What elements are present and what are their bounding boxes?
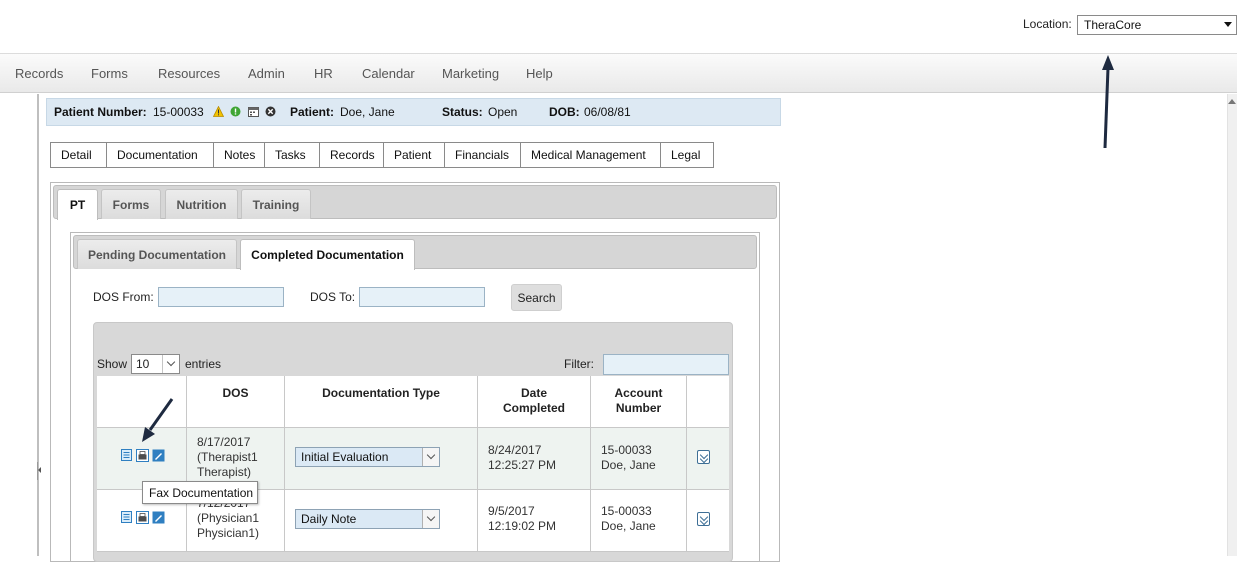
menu-admin[interactable]: Admin bbox=[248, 66, 285, 81]
tab-training[interactable]: Training bbox=[241, 189, 311, 219]
fax-tooltip: Fax Documentation bbox=[142, 481, 258, 504]
filter-label: Filter: bbox=[564, 357, 594, 371]
fax-icon[interactable] bbox=[136, 449, 149, 462]
menu-marketing[interactable]: Marketing bbox=[442, 66, 499, 81]
left-panel-divider bbox=[37, 94, 39, 556]
patient-name-label: Patient: bbox=[290, 105, 335, 119]
view-document-icon[interactable] bbox=[121, 449, 132, 461]
info-circle-icon[interactable] bbox=[230, 106, 241, 117]
entries-value: 10 bbox=[136, 357, 150, 371]
calendar-icon[interactable] bbox=[248, 106, 259, 117]
patient-number-label: Patient Number: bbox=[54, 105, 147, 119]
actions-column-header bbox=[97, 376, 187, 428]
doc-type-cell: Initial Evaluation bbox=[285, 428, 478, 490]
chevron-down-icon bbox=[422, 448, 439, 466]
dos-column-header[interactable]: DOS bbox=[187, 376, 285, 428]
warning-icon[interactable] bbox=[213, 106, 224, 117]
tab-forms[interactable]: Forms bbox=[101, 189, 161, 219]
tab-patient[interactable]: Patient bbox=[384, 143, 445, 167]
date-completed-cell: 8/24/2017 12:25:27 PM bbox=[478, 428, 591, 490]
account-cell: 15-00033 Doe, Jane bbox=[591, 428, 687, 490]
menu-hr[interactable]: HR bbox=[314, 66, 333, 81]
location-value: TheraCore bbox=[1084, 18, 1142, 32]
menu-resources[interactable]: Resources bbox=[158, 66, 220, 81]
expand-row-icon[interactable] bbox=[697, 450, 710, 464]
show-label: Show bbox=[97, 357, 128, 371]
tab-detail[interactable]: Detail bbox=[51, 143, 107, 167]
doc-type-select[interactable]: Daily Note bbox=[295, 509, 440, 529]
patient-status-label: Status: bbox=[442, 105, 483, 119]
fax-icon[interactable] bbox=[136, 511, 149, 524]
tab-tasks[interactable]: Tasks bbox=[265, 143, 320, 167]
location-label: Location: bbox=[1023, 17, 1072, 31]
account-number-column-header[interactable]: Account Number bbox=[591, 376, 687, 428]
tab-pt[interactable]: PT bbox=[57, 189, 98, 220]
menu-records[interactable]: Records bbox=[15, 66, 63, 81]
tab-medical-management[interactable]: Medical Management bbox=[521, 143, 661, 167]
location-select[interactable]: TheraCore bbox=[1077, 15, 1237, 35]
patient-status: Open bbox=[488, 105, 518, 119]
search-button[interactable]: Search bbox=[511, 284, 562, 311]
close-circle-icon[interactable] bbox=[265, 106, 276, 117]
doc-type-column-header[interactable]: Documentation Type bbox=[285, 376, 478, 428]
dos-to-label: DOS To: bbox=[310, 290, 356, 304]
menu-calendar[interactable]: Calendar bbox=[362, 66, 415, 81]
tab-notes[interactable]: Notes bbox=[214, 143, 265, 167]
dropdown-arrow-icon bbox=[1224, 22, 1232, 27]
date-completed-column-header[interactable]: Date Completed bbox=[478, 376, 591, 428]
tab-records[interactable]: Records bbox=[320, 143, 384, 167]
chevron-down-icon bbox=[422, 510, 439, 528]
patient-info-bar: Patient Number: 15-00033 Patient: Doe, J… bbox=[46, 98, 781, 126]
patient-number: 15-00033 bbox=[153, 105, 204, 119]
doc-type-select[interactable]: Initial Evaluation bbox=[295, 447, 440, 467]
patient-dob: 06/08/81 bbox=[584, 105, 631, 119]
filter-input[interactable] bbox=[603, 354, 729, 375]
tab-pending-documentation[interactable]: Pending Documentation bbox=[77, 239, 237, 269]
expand-column-header bbox=[687, 376, 729, 428]
doc-type-cell: Daily Note bbox=[285, 490, 478, 552]
discipline-tabbar bbox=[53, 185, 777, 219]
dos-from-label: DOS From: bbox=[93, 290, 154, 304]
patient-dob-label: DOB: bbox=[549, 105, 580, 119]
dos-to-input[interactable] bbox=[359, 287, 485, 307]
tab-legal[interactable]: Legal bbox=[661, 143, 713, 167]
tab-financials[interactable]: Financials bbox=[445, 143, 521, 167]
dos-from-input[interactable] bbox=[158, 287, 284, 307]
patient-tabs: Detail Documentation Notes Tasks Records… bbox=[50, 142, 714, 168]
expand-row-icon[interactable] bbox=[697, 512, 710, 526]
expand-cell bbox=[687, 428, 729, 490]
vertical-scrollbar[interactable] bbox=[1227, 94, 1237, 556]
tab-documentation[interactable]: Documentation bbox=[107, 143, 214, 167]
view-document-icon[interactable] bbox=[121, 511, 132, 523]
menu-forms[interactable]: Forms bbox=[91, 66, 128, 81]
scroll-up-icon[interactable] bbox=[1228, 99, 1236, 104]
edit-pencil-icon[interactable] bbox=[152, 511, 165, 524]
account-cell: 15-00033 Doe, Jane bbox=[591, 490, 687, 552]
chevron-down-icon bbox=[162, 355, 179, 373]
edit-pencil-icon[interactable] bbox=[152, 449, 165, 462]
patient-name: Doe, Jane bbox=[340, 105, 395, 119]
tab-completed-documentation[interactable]: Completed Documentation bbox=[240, 239, 415, 270]
date-completed-cell: 9/5/2017 12:19:02 PM bbox=[478, 490, 591, 552]
main-menu-bar: Records Forms Resources Admin HR Calenda… bbox=[0, 53, 1237, 93]
entries-select[interactable]: 10 bbox=[131, 354, 180, 374]
collapse-left-icon[interactable] bbox=[37, 462, 42, 480]
tab-nutrition[interactable]: Nutrition bbox=[165, 189, 238, 219]
expand-cell bbox=[687, 490, 729, 552]
menu-help[interactable]: Help bbox=[526, 66, 553, 81]
entries-label: entries bbox=[185, 357, 222, 371]
